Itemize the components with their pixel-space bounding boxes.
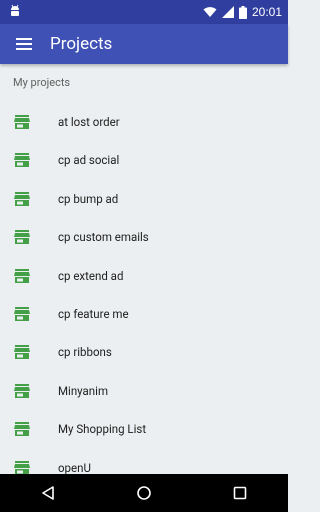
list-item-label: cp extend ad — [58, 268, 124, 283]
store-icon — [14, 268, 30, 283]
list-item[interactable]: cp custom emails — [0, 218, 288, 256]
section-label: My projects — [13, 76, 71, 89]
wifi-icon — [203, 7, 217, 17]
battery-icon — [238, 5, 247, 19]
status-bar: 20:01 — [0, 0, 288, 24]
list-item-label: Minyanim — [58, 383, 109, 398]
home-button[interactable] — [124, 474, 164, 512]
list-item[interactable]: Minyanim — [0, 372, 288, 410]
project-list: at lost order cp ad social cp bump ad cp cu… — [0, 103, 288, 487]
store-icon — [14, 345, 30, 360]
list-item[interactable]: cp bump ad — [0, 180, 288, 218]
list-item[interactable]: cp extend ad — [0, 257, 288, 295]
recents-icon — [233, 486, 247, 500]
list-item[interactable]: cp ribbons — [0, 333, 288, 371]
list-item[interactable]: at lost order — [0, 103, 288, 141]
page-title: Projects — [50, 34, 113, 54]
list-item[interactable]: My Shopping List — [0, 410, 288, 448]
signal-icon — [221, 6, 234, 18]
menu-icon[interactable] — [14, 34, 34, 54]
navigation-bar — [0, 474, 288, 512]
list-item-label: cp custom emails — [58, 230, 149, 245]
store-icon — [14, 383, 30, 398]
home-icon — [137, 486, 151, 500]
list-item[interactable]: cp feature me — [0, 295, 288, 333]
store-icon — [14, 460, 30, 475]
android-icon — [11, 4, 19, 16]
list-item-label: cp ad social — [58, 153, 120, 168]
list-item-label: My Shopping List — [58, 422, 147, 437]
list-item-label: cp ribbons — [58, 345, 112, 360]
store-icon — [14, 306, 30, 321]
store-icon — [14, 153, 30, 168]
list-item-label: cp feature me — [58, 306, 129, 321]
store-icon — [14, 191, 30, 206]
status-time: 20:01 — [251, 5, 282, 19]
back-icon — [42, 486, 54, 500]
store-icon — [14, 115, 30, 129]
list-item-label: at lost order — [58, 115, 120, 129]
store-icon — [14, 422, 30, 437]
list-item[interactable]: cp ad social — [0, 141, 288, 179]
back-button[interactable] — [28, 474, 68, 512]
list-item-label: cp bump ad — [58, 191, 119, 206]
store-icon — [14, 230, 30, 245]
app-bar: Projects — [0, 24, 288, 64]
recents-button[interactable] — [220, 474, 260, 512]
